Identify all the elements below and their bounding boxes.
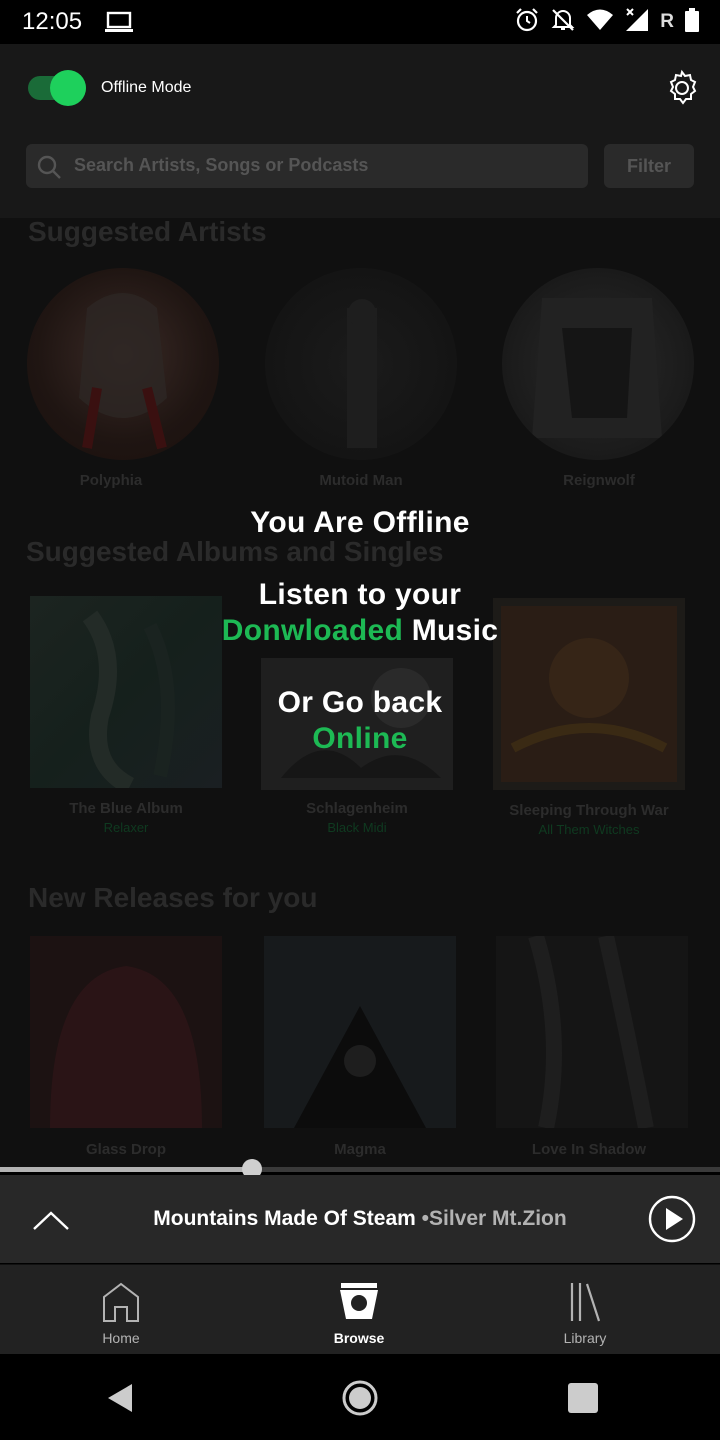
play-icon bbox=[648, 1195, 696, 1243]
now-playing-bar[interactable]: Mountains Made Of Steam •Silver Mt.Zion bbox=[0, 1175, 720, 1263]
track-artist: Silver Mt.Zion bbox=[429, 1207, 567, 1230]
gear-icon bbox=[669, 69, 697, 105]
signal-icon bbox=[624, 7, 650, 38]
search-icon bbox=[36, 154, 62, 185]
play-button[interactable] bbox=[648, 1195, 696, 1243]
settings-button[interactable] bbox=[662, 68, 702, 108]
offline-line1: Listen to your bbox=[258, 578, 462, 611]
album-cover[interactable] bbox=[496, 936, 688, 1128]
go-online-link[interactable]: Online bbox=[0, 722, 720, 756]
section-title-suggested-albums: Suggested Albums and Singles bbox=[26, 536, 444, 567]
album-title: Sleeping Through War bbox=[509, 802, 669, 819]
expand-player-button[interactable] bbox=[28, 1201, 74, 1237]
back-icon bbox=[108, 1384, 132, 1412]
status-bar: 12:05 R bbox=[0, 0, 720, 44]
playback-progress[interactable] bbox=[0, 1159, 720, 1179]
search-placeholder: Search Artists, Songs or Podcasts bbox=[74, 155, 369, 175]
album-cover[interactable] bbox=[264, 936, 456, 1128]
release-title: Glass Drop bbox=[85, 1141, 167, 1158]
nav-library[interactable]: Library bbox=[515, 1265, 655, 1355]
header: Offline Mode Search Artists, Songs or Po… bbox=[0, 44, 720, 218]
filter-button[interactable]: Filter bbox=[604, 144, 694, 188]
album-title: Schlagenheim bbox=[306, 800, 408, 817]
offline-line2: Donwloaded Music bbox=[0, 614, 720, 648]
wifi-icon bbox=[586, 8, 614, 37]
downloaded-link[interactable]: Donwloaded bbox=[222, 614, 403, 647]
battery-icon bbox=[684, 7, 700, 38]
offline-heading: You Are Offline bbox=[250, 506, 470, 539]
back-button[interactable] bbox=[100, 1378, 140, 1418]
nav-label: Browse bbox=[333, 1330, 385, 1346]
system-nav-bar bbox=[0, 1354, 720, 1440]
release-title: Love In Shadow bbox=[531, 1141, 647, 1158]
offline-line2-rest: Music bbox=[411, 614, 499, 647]
laptop-icon bbox=[104, 10, 134, 39]
track-title: Mountains Made Of Steam bbox=[153, 1207, 416, 1230]
circle-icon bbox=[342, 1380, 378, 1416]
offline-line3: Or Go back bbox=[277, 686, 443, 719]
nav-label: Library bbox=[563, 1330, 607, 1346]
square-icon bbox=[568, 1383, 598, 1413]
section-title-new-releases: New Releases for you bbox=[28, 882, 318, 913]
offline-mode-toggle[interactable] bbox=[28, 70, 86, 106]
offline-mode-label: Offline Mode bbox=[101, 79, 192, 96]
browse-icon bbox=[340, 1283, 378, 1319]
library-icon bbox=[570, 1283, 601, 1322]
nav-browse[interactable]: Browse bbox=[289, 1265, 429, 1355]
artist-image[interactable] bbox=[265, 268, 457, 460]
artist-name: Reignwolf bbox=[563, 472, 635, 489]
track-separator: • bbox=[421, 1207, 430, 1230]
bottom-nav: Home Browse Library bbox=[0, 1264, 720, 1354]
section-title-suggested-artists: Suggested Artists bbox=[28, 218, 267, 247]
roaming-indicator: R bbox=[660, 11, 674, 32]
nav-home[interactable]: Home bbox=[51, 1265, 191, 1355]
artist-name: Mutoid Man bbox=[319, 472, 403, 489]
search-input[interactable]: Search Artists, Songs or Podcasts bbox=[26, 144, 588, 188]
mute-icon bbox=[550, 7, 576, 38]
alarm-icon bbox=[514, 7, 540, 38]
chevron-up-icon bbox=[33, 1211, 69, 1230]
status-time: 12:05 bbox=[22, 8, 83, 35]
artist-image[interactable] bbox=[502, 268, 694, 460]
artist-image[interactable] bbox=[27, 268, 219, 460]
album-artist: All Them Witches bbox=[538, 822, 640, 837]
artist-name: Polyphia bbox=[79, 472, 143, 489]
release-title: Magma bbox=[334, 1141, 386, 1158]
nav-label: Home bbox=[102, 1330, 140, 1346]
album-artist: Relaxer bbox=[103, 820, 149, 835]
now-playing-text: Mountains Made Of Steam •Silver Mt.Zion bbox=[90, 1207, 630, 1231]
progress-fill bbox=[0, 1167, 252, 1172]
album-title: The Blue Album bbox=[69, 800, 183, 817]
album-artist: Black Midi bbox=[327, 820, 387, 835]
recents-button[interactable] bbox=[563, 1378, 603, 1418]
toggle-knob bbox=[50, 70, 86, 106]
home-system-button[interactable] bbox=[340, 1378, 380, 1418]
album-cover[interactable] bbox=[30, 936, 222, 1128]
home-icon bbox=[103, 1282, 139, 1322]
